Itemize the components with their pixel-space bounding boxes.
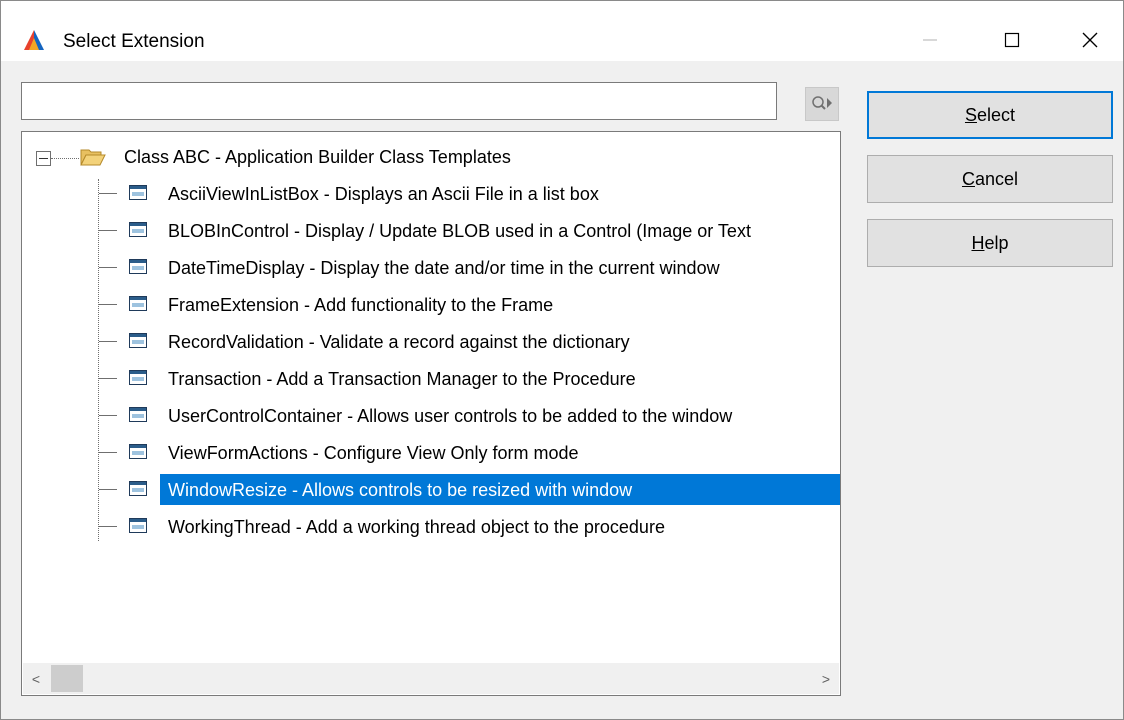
extension-window-icon xyxy=(129,259,147,274)
select-extension-dialog: Select Extension Class ABC - Application… xyxy=(0,0,1124,720)
extension-window-icon xyxy=(129,407,147,422)
tree-item[interactable]: RecordValidation - Validate a record aga… xyxy=(22,323,840,360)
scroll-thumb[interactable] xyxy=(51,665,83,692)
select-label-rest: elect xyxy=(976,104,1016,125)
tree-connector xyxy=(99,267,117,269)
tree-item-label: AsciiViewInListBox - Displays an Ascii F… xyxy=(168,184,599,204)
select-mnemonic: S xyxy=(964,104,977,125)
minimize-button[interactable] xyxy=(897,19,963,61)
maximize-button[interactable] xyxy=(979,19,1045,61)
tree-item[interactable]: WorkingThread - Add a working thread obj… xyxy=(22,508,840,545)
tree-connector xyxy=(99,415,117,417)
window-title: Select Extension xyxy=(63,31,205,52)
search-locate-button[interactable] xyxy=(805,87,839,121)
tree-item[interactable]: AsciiViewInListBox - Displays an Ascii F… xyxy=(22,175,840,212)
tree-item[interactable]: ViewFormActions - Configure View Only fo… xyxy=(22,434,840,471)
tree-item-label: BLOBInControl - Display / Update BLOB us… xyxy=(168,221,751,241)
tree-connector xyxy=(99,193,117,195)
tree-connector xyxy=(99,304,117,306)
help-label-rest: elp xyxy=(984,232,1009,253)
search-locate-icon xyxy=(812,96,832,110)
app-logo-icon xyxy=(24,30,44,50)
tree-root-label: Class ABC - Application Builder Class Te… xyxy=(124,147,511,167)
tree-item-label: RecordValidation - Validate a record aga… xyxy=(168,332,630,352)
tree-connector xyxy=(99,452,117,454)
tree-root-row[interactable]: Class ABC - Application Builder Class Te… xyxy=(22,138,840,175)
close-icon xyxy=(1082,32,1098,48)
extension-window-icon xyxy=(129,333,147,348)
minimize-icon xyxy=(923,39,937,41)
tree-connector xyxy=(99,230,117,232)
help-mnemonic: H xyxy=(971,232,985,253)
tree-item-label: ViewFormActions - Configure View Only fo… xyxy=(168,443,579,463)
scroll-left-arrow[interactable]: < xyxy=(23,663,49,694)
cancel-label-rest: ancel xyxy=(974,168,1019,189)
scroll-right-arrow[interactable]: > xyxy=(813,663,839,694)
collapse-toggle[interactable] xyxy=(36,151,51,166)
tree-item-selected[interactable]: WindowResize - Allows controls to be res… xyxy=(22,471,840,508)
tree-item-label: FrameExtension - Add functionality to th… xyxy=(168,295,554,315)
extension-tree[interactable]: Class ABC - Application Builder Class Te… xyxy=(21,131,841,696)
close-button[interactable] xyxy=(1057,19,1123,61)
tree-item[interactable]: FrameExtension - Add functionality to th… xyxy=(22,286,840,323)
extension-window-icon xyxy=(129,518,147,533)
extension-window-icon xyxy=(129,481,147,496)
tree-item[interactable]: UserControlContainer - Allows user contr… xyxy=(22,397,840,434)
tree-connector xyxy=(99,526,117,528)
cancel-mnemonic: C xyxy=(961,168,975,189)
tree-item[interactable]: DateTimeDisplay - Display the date and/o… xyxy=(22,249,840,286)
extension-window-icon xyxy=(129,444,147,459)
tree-item[interactable]: Transaction - Add a Transaction Manager … xyxy=(22,360,840,397)
folder-open-icon xyxy=(80,149,106,166)
title-bar: Select Extension xyxy=(1,1,1123,61)
extension-window-icon xyxy=(129,222,147,237)
tree-item-label: WorkingThread - Add a working thread obj… xyxy=(168,517,665,537)
tree-connector xyxy=(99,378,117,380)
help-button[interactable]: Help xyxy=(867,219,1113,267)
tree-item-label: DateTimeDisplay - Display the date and/o… xyxy=(168,258,720,278)
search-input[interactable] xyxy=(21,82,777,120)
tree-item[interactable]: BLOBInControl - Display / Update BLOB us… xyxy=(22,212,840,249)
extension-window-icon xyxy=(129,185,147,200)
tree-item-label: Transaction - Add a Transaction Manager … xyxy=(168,369,636,389)
extension-window-icon xyxy=(129,296,147,311)
cancel-button[interactable]: Cancel xyxy=(867,155,1113,203)
tree-connector xyxy=(99,341,117,343)
select-button[interactable]: Select xyxy=(867,91,1113,139)
maximize-icon xyxy=(1004,32,1020,48)
horizontal-scrollbar[interactable]: < > xyxy=(23,663,839,694)
extension-window-icon xyxy=(129,370,147,385)
tree-connector xyxy=(99,489,117,491)
tree-item-label: UserControlContainer - Allows user contr… xyxy=(168,406,733,426)
tree-item-label: WindowResize - Allows controls to be res… xyxy=(168,480,633,500)
